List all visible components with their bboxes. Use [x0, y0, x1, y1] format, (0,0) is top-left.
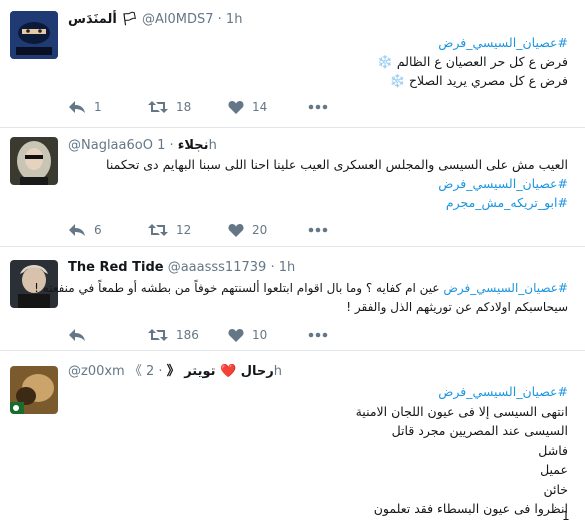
- tweet-header: ألمنَدَس 🏳 @Al0MDS7 · 1h: [68, 10, 242, 30]
- retweet-icon: [148, 328, 168, 341]
- handle[interactable]: @Naglaa6oO: [68, 138, 153, 153]
- tweet-1[interactable]: ألمنَدَس 🏳 @Al0MDS7 · 1h #عصيان_السيسي_ف…: [0, 0, 585, 128]
- tweet-3[interactable]: The Red Tide @aaasss11739 · 1h #عصيان_ال…: [0, 247, 585, 351]
- hashtag[interactable]: #عصيان_السيسي_فرض: [438, 35, 568, 50]
- avatar[interactable]: [10, 11, 58, 59]
- tweet-actions: 1 18 14: [68, 96, 338, 116]
- retweet-button[interactable]: 18: [148, 96, 191, 116]
- like-button[interactable]: 10: [228, 324, 267, 344]
- hashtag[interactable]: #ابو_تريكه_مش_مجرم: [446, 195, 568, 210]
- reply-button[interactable]: 6: [68, 219, 102, 239]
- tweet-actions: 186 10: [68, 324, 338, 344]
- avatar[interactable]: [10, 137, 58, 185]
- reply-button[interactable]: [68, 324, 94, 344]
- display-name[interactable]: The Red Tide: [68, 260, 164, 275]
- retweet-icon: [148, 100, 168, 113]
- tweet-line: #ابو_تريكه_مش_مجرم: [68, 193, 568, 212]
- more-button[interactable]: [308, 324, 328, 344]
- heart-icon: [228, 328, 244, 342]
- footer-number: 1: [562, 509, 570, 523]
- tweet-text: العيب مش على السيسى والمجلس العسكرى العي…: [68, 155, 568, 212]
- tweet-line: فرض ع كل حر العصيان ع الظالم ❄️: [377, 54, 568, 69]
- tweet-text: #عصيان_السيسي_فرض فرض ع كل حر العصيان ع …: [68, 33, 568, 90]
- tweet-line: #عصيان_السيسي_فرض: [68, 174, 568, 193]
- display-name[interactable]: نجلاء: [178, 138, 209, 153]
- avatar[interactable]: [10, 366, 58, 414]
- tweet-header: The Red Tide @aaasss11739 · 1h: [68, 258, 295, 278]
- retweet-icon: [148, 223, 168, 236]
- heart-icon: [228, 223, 244, 237]
- tweet-text: #عصيان_السيسي_فرض انتهى السيسى إلا فى عي…: [68, 382, 568, 519]
- like-button[interactable]: 20: [228, 219, 267, 239]
- tweet-2[interactable]: @Naglaa6oO نجلاء · 1h العيب مش على السيس…: [0, 128, 585, 247]
- tweet-line: خائن: [543, 481, 568, 497]
- reply-icon: [69, 100, 85, 113]
- handle[interactable]: @z00xm 《: [68, 364, 142, 379]
- like-button[interactable]: 14: [228, 96, 267, 116]
- tweet-actions: 6 12 20: [68, 219, 338, 239]
- reply-button[interactable]: 1: [68, 96, 102, 116]
- handle[interactable]: @Al0MDS7: [142, 12, 214, 27]
- tweet-header: @Naglaa6oO نجلاء · 1h: [68, 136, 217, 156]
- timestamp[interactable]: · 1h: [218, 12, 243, 27]
- hashtag[interactable]: #عصيان_السيسي_فرض: [438, 176, 568, 191]
- tweet-line: فاشل: [538, 442, 568, 458]
- more-button[interactable]: [308, 96, 328, 116]
- retweet-button[interactable]: 186: [148, 324, 199, 344]
- tweet-line: #عصيان_السيسي_فرض عين ام كفايه ؟ وما بال…: [34, 281, 568, 295]
- display-name[interactable]: رحال ❤️ تويتر 《: [167, 364, 274, 379]
- tweet-line: سيحاسبكم اولادكم عن توريثهم الذل والفقر …: [346, 300, 568, 314]
- more-button[interactable]: [308, 219, 328, 239]
- tweet-line: انتهى السيسى إلا فى عيون اللجان الامنية: [355, 403, 568, 419]
- hashtag[interactable]: #عصيان_السيسي_فرض: [438, 384, 568, 399]
- retweet-button[interactable]: 12: [148, 219, 191, 239]
- tweet-line: فرض ع كل مصري يريد الصلاح ❄️: [389, 73, 568, 88]
- handle[interactable]: @aaasss11739: [168, 260, 267, 275]
- display-name[interactable]: ألمنَدَس 🏳: [68, 12, 138, 27]
- hashtag[interactable]: #عصيان_السيسي_فرض: [443, 281, 568, 295]
- tweet-4[interactable]: @z00xm 《 رحال ❤️ تويتر 《 · 2h #عصيان_الس…: [0, 351, 585, 529]
- tweet-line: #عصيان_السيسي_فرض: [68, 33, 568, 52]
- tweet-line: العيب مش على السيسى والمجلس العسكرى العي…: [106, 157, 568, 172]
- tweet-header: @z00xm 《 رحال ❤️ تويتر 《 · 2h: [68, 362, 282, 382]
- heart-icon: [228, 100, 244, 114]
- timestamp[interactable]: · 1h: [270, 260, 295, 275]
- reply-icon: [69, 223, 85, 236]
- tweet-line: السيسى عند المصريين مجرد قاتل: [391, 423, 568, 438]
- more-icon: [308, 104, 328, 109]
- tweet-text: #عصيان_السيسي_فرض عين ام كفايه ؟ وما بال…: [34, 279, 568, 317]
- more-icon: [308, 332, 328, 337]
- tweet-line: انظروا فى عيون البسطاء فقد تعلمون: [373, 501, 568, 516]
- tweet-line: #عصيان_السيسي_فرض: [68, 382, 568, 402]
- tweet-line: عميل: [540, 462, 568, 477]
- reply-icon: [69, 328, 85, 341]
- more-icon: [308, 227, 328, 232]
